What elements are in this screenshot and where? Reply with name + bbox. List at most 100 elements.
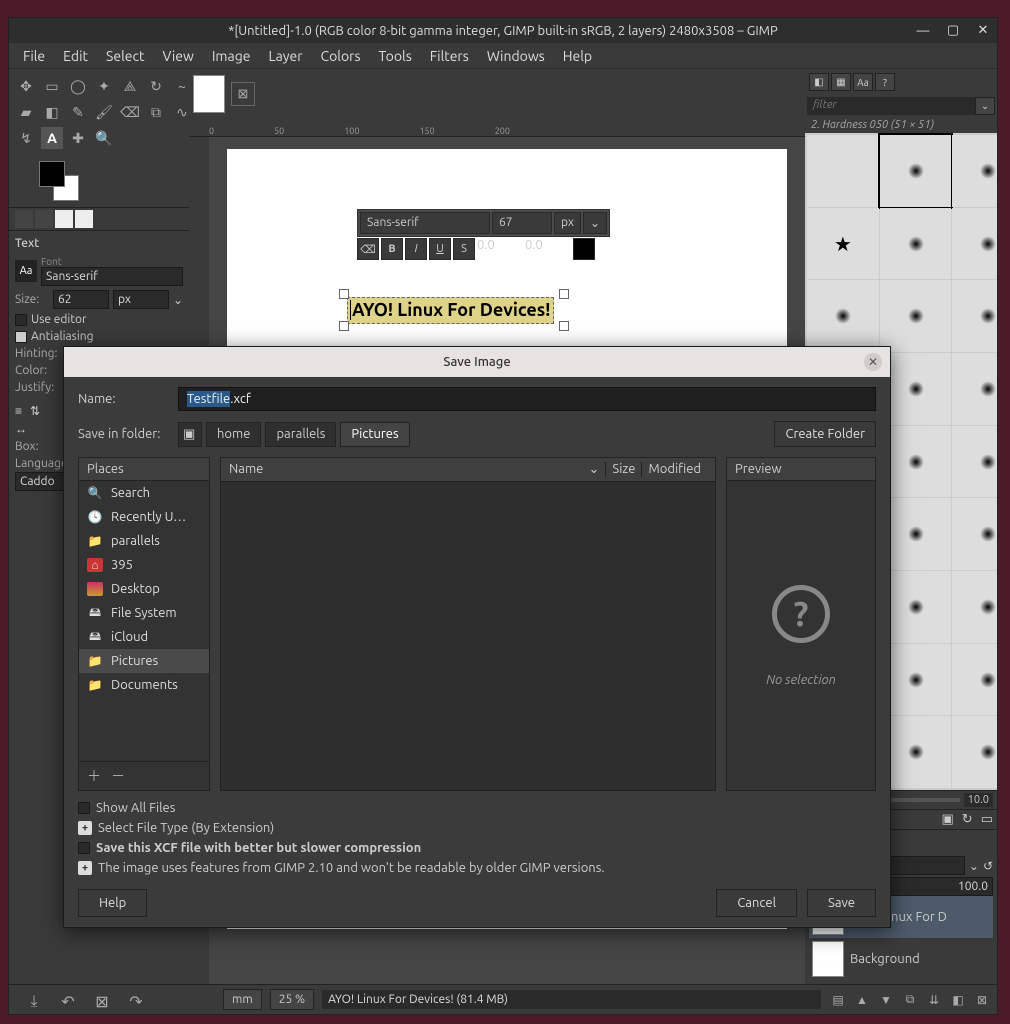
history-tab-icon[interactable]: ? <box>875 73 895 91</box>
spacing-icon[interactable]: ⇅ <box>30 404 40 418</box>
lasso-tool-icon[interactable]: ◯ <box>67 75 89 97</box>
float-baseline[interactable]: 0.0 <box>525 238 571 260</box>
fonts-tab-icon[interactable]: Aa <box>853 73 873 91</box>
expand-icon[interactable]: + <box>78 821 92 835</box>
brush-item[interactable] <box>952 135 997 207</box>
menu-view[interactable]: View <box>154 44 201 68</box>
patterns-tab-icon[interactable]: ▦ <box>831 73 851 91</box>
tab-icon[interactable] <box>55 210 73 228</box>
place-parallels[interactable]: 📁parallels <box>79 529 209 553</box>
redo-icon[interactable]: ↷ <box>125 990 147 1012</box>
chevron-down-icon[interactable]: ⌄ <box>173 293 183 307</box>
help-button[interactable]: Help <box>78 889 147 917</box>
zoom-tool-icon[interactable]: 🔍 <box>93 127 115 149</box>
brush-item[interactable] <box>952 353 997 425</box>
brushes-tab-icon[interactable]: ◧ <box>809 73 829 91</box>
brush-item[interactable] <box>952 208 997 280</box>
resize-handle[interactable] <box>559 289 569 299</box>
font-input[interactable]: Sans-serif <box>41 267 183 286</box>
brush-item[interactable] <box>952 644 997 716</box>
brush-item[interactable] <box>807 135 879 207</box>
open-icon[interactable]: ▭ <box>981 812 993 827</box>
refresh-icon[interactable]: ↻ <box>962 812 973 827</box>
save-icon[interactable]: ⤓ <box>23 990 45 1012</box>
brush-item[interactable] <box>952 498 997 570</box>
brush-item[interactable] <box>952 571 997 643</box>
place-search[interactable]: 🔍Search <box>79 481 209 505</box>
place-desktop[interactable]: Desktop <box>79 577 209 601</box>
place-pictures[interactable]: 📁Pictures <box>79 649 209 673</box>
show-all-checkbox[interactable] <box>78 802 90 814</box>
place-icloud[interactable]: 🖴iCloud <box>79 625 209 649</box>
text-layer-content[interactable]: AYO! Linux For Devices! <box>347 297 554 324</box>
menu-colors[interactable]: Colors <box>313 44 369 68</box>
menu-help[interactable]: Help <box>555 44 600 68</box>
menu-windows[interactable]: Windows <box>479 44 553 68</box>
save-button[interactable]: Save <box>807 889 876 917</box>
place-filesystem[interactable]: 🖴File System <box>79 601 209 625</box>
chevron-down-icon[interactable]: ⌄ <box>583 462 606 477</box>
cancel-button[interactable]: Cancel <box>716 889 797 917</box>
col-name[interactable]: Name <box>229 462 583 477</box>
brush-size-value[interactable]: 10.0 <box>964 793 993 807</box>
menu-file[interactable]: File <box>15 44 53 68</box>
size-unit-select[interactable]: px <box>113 290 169 309</box>
move-tool-icon[interactable]: ✥ <box>15 75 37 97</box>
expand-icon[interactable]: + <box>78 861 92 875</box>
menu-tools[interactable]: Tools <box>371 44 420 68</box>
indent-icon[interactable]: ≡ <box>15 404 22 418</box>
clone-tool-icon[interactable]: ⧉ <box>145 101 167 123</box>
duplicate-layer-icon[interactable]: ⧉ <box>901 991 919 1009</box>
add-bookmark-icon[interactable]: ＋ <box>87 766 101 786</box>
crumb-home[interactable]: home <box>206 422 261 447</box>
place-recent[interactable]: 🕓Recently U… <box>79 505 209 529</box>
reset-icon[interactable]: ↺ <box>983 859 993 873</box>
size-input[interactable]: 62 <box>53 290 109 309</box>
antialias-checkbox[interactable]: × <box>15 331 27 343</box>
layer-up-icon[interactable]: ▲ <box>853 991 871 1009</box>
chevron-down-icon[interactable]: ⌄ <box>969 859 979 873</box>
tab-icon[interactable] <box>15 210 33 228</box>
file-list[interactable]: Name ⌄ Size Modified <box>220 457 716 791</box>
edit-brush-icon[interactable]: ▣ <box>942 812 954 827</box>
color-swatch[interactable] <box>573 238 595 260</box>
italic-icon[interactable]: I <box>405 238 427 260</box>
mask-icon[interactable]: ◧ <box>949 991 967 1009</box>
resize-handle[interactable] <box>339 321 349 331</box>
undo-icon[interactable]: ↶ <box>57 990 79 1012</box>
float-size[interactable]: 67 <box>492 212 552 234</box>
layer-row[interactable]: Background <box>809 938 993 980</box>
document-thumb[interactable] <box>193 75 225 113</box>
layer-name[interactable]: Background <box>850 952 920 966</box>
underline-icon[interactable]: U <box>429 238 451 260</box>
place-395[interactable]: ⌂395 <box>79 553 209 577</box>
pencil-tool-icon[interactable]: ✎ <box>67 101 89 123</box>
select-tool-icon[interactable]: ▭ <box>41 75 63 97</box>
crop-tool-icon[interactable]: ⟁ <box>119 75 141 97</box>
create-folder-button[interactable]: Create Folder <box>774 421 876 447</box>
menu-image[interactable]: Image <box>204 44 259 68</box>
float-unit[interactable]: px <box>554 212 581 234</box>
select-type-label[interactable]: Select File Type (By Extension) <box>98 821 274 835</box>
gradient-tool-icon[interactable]: ◧ <box>41 101 63 123</box>
unit-select[interactable]: mm <box>223 989 262 1010</box>
strike-icon[interactable]: S <box>453 238 475 260</box>
fg-bg-colors[interactable] <box>39 161 79 201</box>
float-kern[interactable]: 0.0 <box>477 238 523 260</box>
float-font[interactable]: Sans-serif <box>360 212 490 234</box>
col-size[interactable]: Size <box>605 462 641 477</box>
delete-icon[interactable]: ⊠ <box>91 990 113 1012</box>
layer-down-icon[interactable]: ▼ <box>877 991 895 1009</box>
dialog-close-icon[interactable]: ✕ <box>864 353 882 371</box>
col-modified[interactable]: Modified <box>641 462 707 477</box>
crumb-pictures[interactable]: Pictures <box>340 422 409 447</box>
crumb-parallels[interactable]: parallels <box>265 422 336 447</box>
text-tool-icon[interactable]: A <box>41 127 63 149</box>
rotate-tool-icon[interactable]: ↻ <box>145 75 167 97</box>
brush-item[interactable] <box>880 280 952 352</box>
resize-handle[interactable] <box>339 289 349 299</box>
menu-edit[interactable]: Edit <box>55 44 96 68</box>
brush-item[interactable] <box>952 280 997 352</box>
merge-icon[interactable]: ⇊ <box>925 991 943 1009</box>
brush-item[interactable] <box>807 280 879 352</box>
